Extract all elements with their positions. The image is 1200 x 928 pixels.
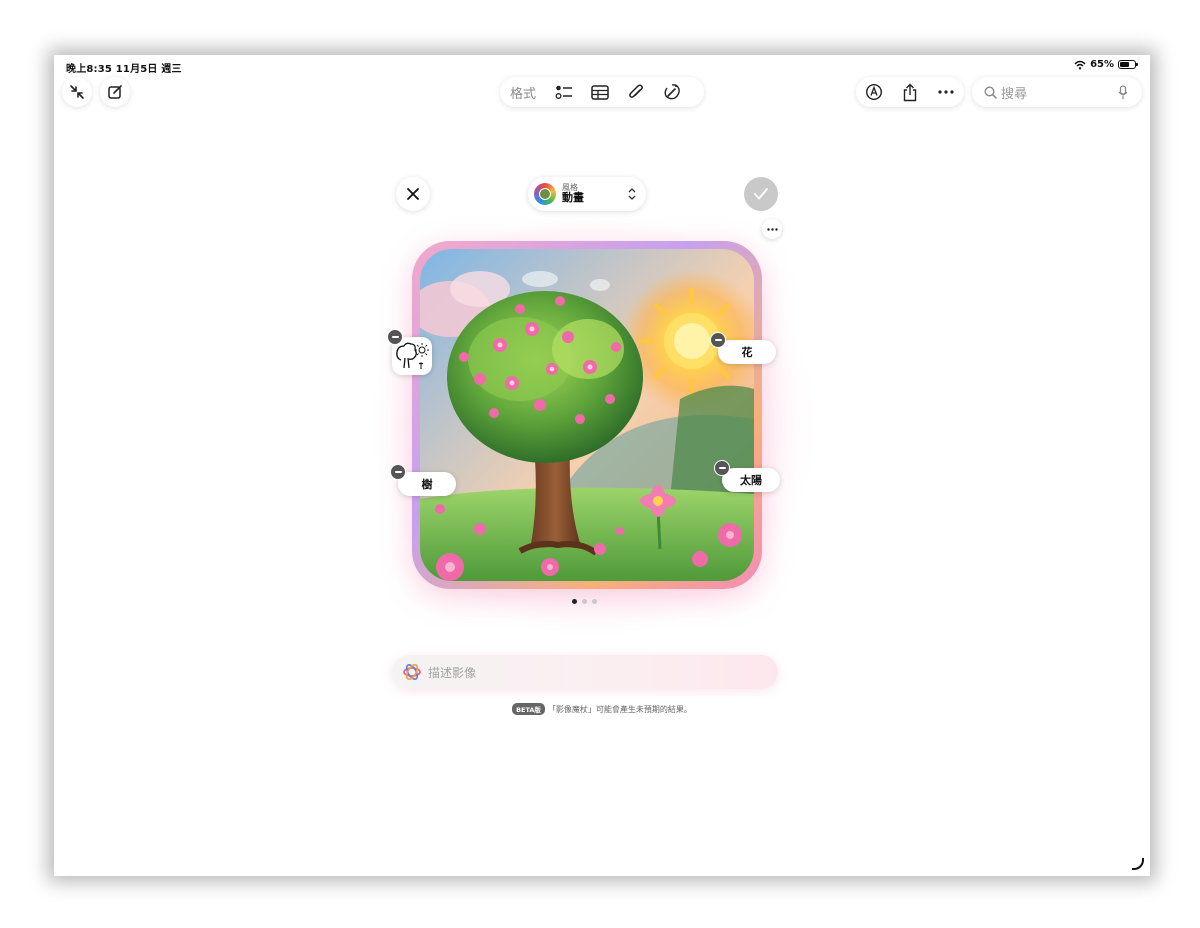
search-field[interactable]: 搜尋 (972, 77, 1142, 107)
table-icon (591, 84, 609, 100)
notes-screen: 晚上8:35 11月5日 週三 65% 格式 搜尋 風格 動畫 花 樹 太陽 描… (54, 55, 1150, 876)
remove-sketch-button[interactable] (387, 329, 403, 345)
magic-pen-icon (664, 84, 680, 100)
battery-icon (1118, 60, 1138, 69)
describe-image-input[interactable]: 描述影像 (392, 655, 778, 689)
concept-tree-label: 樹 (421, 478, 433, 491)
share-button[interactable] (892, 77, 928, 107)
status-indicators: 65% (1074, 59, 1138, 70)
done-button[interactable] (744, 177, 778, 211)
attachment-button[interactable] (618, 77, 654, 107)
describe-image-placeholder: 描述影像 (428, 665, 477, 680)
markup-icon (865, 83, 883, 101)
writing-tools-button[interactable] (654, 77, 690, 107)
markup-button[interactable] (856, 77, 892, 107)
status-time-date: 晚上8:35 11月5日 週三 (66, 64, 182, 75)
concept-chip-flower[interactable]: 花 (718, 340, 776, 364)
style-value: 動畫 (562, 191, 584, 205)
actions-toolbar (856, 77, 964, 107)
wifi-icon (1074, 60, 1086, 69)
collapse-button[interactable] (62, 77, 92, 107)
style-selector[interactable]: 風格 動畫 (528, 177, 646, 211)
checklist-button[interactable] (546, 77, 582, 107)
format-button[interactable]: 格式 (500, 83, 546, 102)
style-thumbnail-icon (534, 183, 556, 205)
compose-icon (108, 85, 122, 99)
resize-corner-icon (1132, 858, 1144, 870)
table-button[interactable] (582, 77, 618, 107)
concept-chip-sun[interactable]: 太陽 (722, 468, 780, 492)
image-options-button[interactable] (762, 219, 782, 239)
page-dot[interactable] (582, 599, 587, 604)
remove-sun-button[interactable] (714, 460, 730, 476)
tree-sun-flowers-illustration (420, 249, 754, 581)
collapse-arrows-icon (70, 85, 84, 99)
battery-percent: 65% (1090, 59, 1114, 70)
format-toolbar: 格式 (500, 77, 704, 107)
remove-flower-button[interactable] (710, 332, 726, 348)
page-indicator[interactable] (572, 599, 597, 604)
search-icon (984, 85, 997, 99)
close-icon (407, 188, 419, 200)
style-text: 風格 動畫 (562, 183, 584, 205)
image-playground-icon (403, 663, 421, 681)
concept-flower-label: 花 (741, 346, 753, 359)
paperclip-icon (629, 84, 644, 98)
more-icon (938, 90, 954, 94)
concept-chip-tree[interactable]: 樹 (398, 472, 456, 496)
generated-image-frame (412, 241, 762, 589)
more-icon (766, 227, 778, 231)
page-dot[interactable] (572, 599, 577, 604)
remove-tree-button[interactable] (390, 464, 406, 480)
checklist-icon (555, 85, 573, 99)
checkmark-icon (754, 188, 768, 200)
page-dot[interactable] (592, 599, 597, 604)
search-placeholder: 搜尋 (1001, 86, 1028, 102)
beta-badge: BETA版 (512, 703, 545, 715)
chevron-up-down-icon (628, 188, 636, 200)
tree-sun-sketch-icon (396, 342, 429, 369)
generated-image[interactable] (420, 249, 754, 581)
close-button[interactable] (396, 177, 430, 211)
new-note-button[interactable] (100, 77, 130, 107)
share-icon (903, 83, 917, 101)
more-button[interactable] (928, 77, 964, 107)
concept-sun-label: 太陽 (740, 474, 762, 487)
microphone-icon[interactable] (1118, 84, 1128, 100)
disclaimer-text: 「影像魔杖」可能會產生未預期的結果。 (547, 704, 692, 714)
beta-disclaimer: BETA版 「影像魔杖」可能會產生未預期的結果。 (54, 703, 1150, 715)
